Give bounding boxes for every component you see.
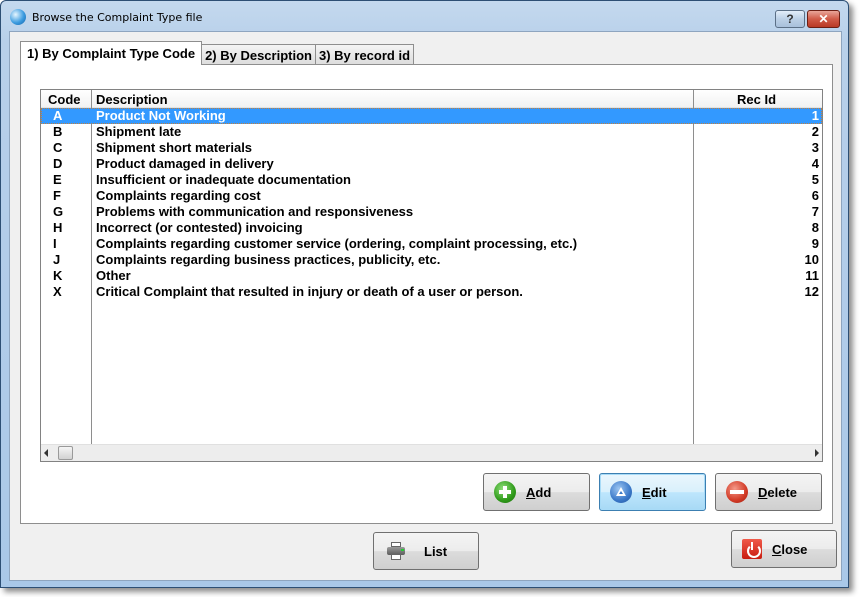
list-header: Code Description Rec Id: [41, 90, 822, 108]
tab-strip: 1) By Complaint Type Code 2) By Descript…: [20, 41, 415, 65]
add-button-label: Add: [526, 484, 552, 500]
scroll-right-arrow-icon[interactable]: [815, 449, 819, 457]
column-header-description[interactable]: Description: [96, 92, 168, 107]
list-row[interactable]: F Complaints regarding cost 6: [41, 188, 822, 204]
description-cell: Problems with communication and responsi…: [96, 204, 414, 219]
rec-id-cell: 6: [811, 188, 819, 203]
description-cell: Shipment late: [96, 124, 182, 139]
title-bar[interactable]: Browse the Complaint Type file ? ✕: [1, 1, 848, 31]
description-cell: Product Not Working: [96, 108, 226, 123]
code-cell: D: [53, 156, 63, 171]
edit-button[interactable]: Edit: [599, 473, 706, 511]
description-cell: Complaints regarding business practices,…: [96, 252, 441, 267]
window-close-button[interactable]: ✕: [807, 10, 840, 28]
rec-id-cell: 11: [805, 268, 819, 283]
description-cell: Complaints regarding cost: [96, 188, 261, 203]
delete-icon: [726, 481, 748, 503]
edit-button-label: Edit: [642, 484, 667, 500]
help-button[interactable]: ?: [775, 10, 805, 28]
code-cell: E: [53, 172, 62, 187]
description-cell: Other: [96, 268, 131, 283]
column-header-rec-id[interactable]: Rec Id: [737, 92, 776, 107]
code-cell: K: [53, 268, 63, 283]
dialog-window: Browse the Complaint Type file ? ✕ 1) By…: [0, 0, 849, 588]
tab-by-code[interactable]: 1) By Complaint Type Code: [20, 41, 203, 65]
close-button-label: Close: [772, 541, 808, 557]
add-button[interactable]: Add: [483, 473, 590, 511]
tab-panel: Code Description Rec Id A Product Not Wor…: [20, 64, 833, 524]
list-row[interactable]: C Shipment short materials 3: [41, 140, 822, 156]
list-row[interactable]: G Problems with communication and respons…: [41, 204, 822, 220]
dialog-client-area: 1) By Complaint Type Code 2) By Descript…: [9, 31, 842, 581]
list-row[interactable]: E Insufficient or inadequate documentatio…: [41, 172, 822, 188]
code-cell: X: [53, 284, 62, 299]
column-header-code[interactable]: Code: [48, 92, 81, 107]
code-cell: H: [53, 220, 63, 235]
code-cell: C: [53, 140, 63, 155]
complaint-type-list[interactable]: Code Description Rec Id A Product Not Wor…: [40, 89, 823, 462]
list-row[interactable]: B Shipment late 2: [41, 124, 822, 140]
description-cell: Insufficient or inadequate documentation: [96, 172, 351, 187]
list-row[interactable]: X Critical Complaint that resulted in inj…: [41, 284, 822, 300]
rec-id-cell: 9: [811, 236, 819, 251]
code-cell: I: [53, 236, 57, 251]
power-icon: [742, 539, 762, 559]
scroll-thumb[interactable]: [58, 446, 73, 460]
code-cell: B: [53, 124, 63, 139]
rec-id-cell: 3: [811, 140, 819, 155]
list-row[interactable]: I Complaints regarding customer service (…: [41, 236, 822, 252]
printer-icon: [386, 542, 406, 560]
rec-id-cell: 10: [804, 252, 819, 267]
rec-id-cell: 8: [811, 220, 819, 235]
scroll-left-arrow-icon[interactable]: [44, 449, 48, 457]
list-row[interactable]: K Other 11: [41, 268, 822, 284]
close-button[interactable]: Close: [731, 530, 837, 568]
list-row[interactable]: H Incorrect (or contested) invoicing 8: [41, 220, 822, 236]
list-row[interactable]: A Product Not Working 1: [41, 108, 822, 124]
description-cell: Shipment short materials: [96, 140, 253, 155]
horizontal-scrollbar[interactable]: [41, 444, 822, 461]
delete-button-label: Delete: [758, 484, 798, 500]
list-row[interactable]: D Product damaged in delivery 4: [41, 156, 822, 172]
rec-id-cell: 12: [804, 284, 819, 299]
rec-id-cell: 7: [811, 204, 819, 219]
description-cell: Critical Complaint that resulted in inju…: [96, 284, 523, 299]
code-cell: F: [53, 188, 61, 203]
delete-button[interactable]: Delete: [715, 473, 822, 511]
list-button-label: List: [424, 543, 448, 559]
description-cell: Incorrect (or contested) invoicing: [96, 220, 303, 235]
tab-by-record-id[interactable]: 3) By record id: [314, 44, 415, 65]
rec-id-cell: 2: [811, 124, 819, 139]
window-title: Browse the Complaint Type file: [32, 11, 203, 24]
description-cell: Product damaged in delivery: [96, 156, 274, 171]
code-cell: G: [53, 204, 64, 219]
add-icon: [494, 481, 516, 503]
description-cell: Complaints regarding customer service (o…: [96, 236, 578, 251]
list-row[interactable]: J Complaints regarding business practices…: [41, 252, 822, 268]
rec-id-cell: 5: [811, 172, 819, 187]
list-button[interactable]: List: [373, 532, 479, 570]
edit-icon: [610, 481, 632, 503]
rec-id-cell: 1: [811, 108, 819, 123]
app-icon: [10, 9, 26, 25]
code-cell: A: [53, 108, 63, 123]
code-cell: J: [53, 252, 61, 267]
tab-by-description[interactable]: 2) By Description: [201, 44, 316, 65]
list-rows: A Product Not Working 1 B Shipment late 2 C Shi…: [41, 108, 822, 300]
rec-id-cell: 4: [811, 156, 819, 171]
